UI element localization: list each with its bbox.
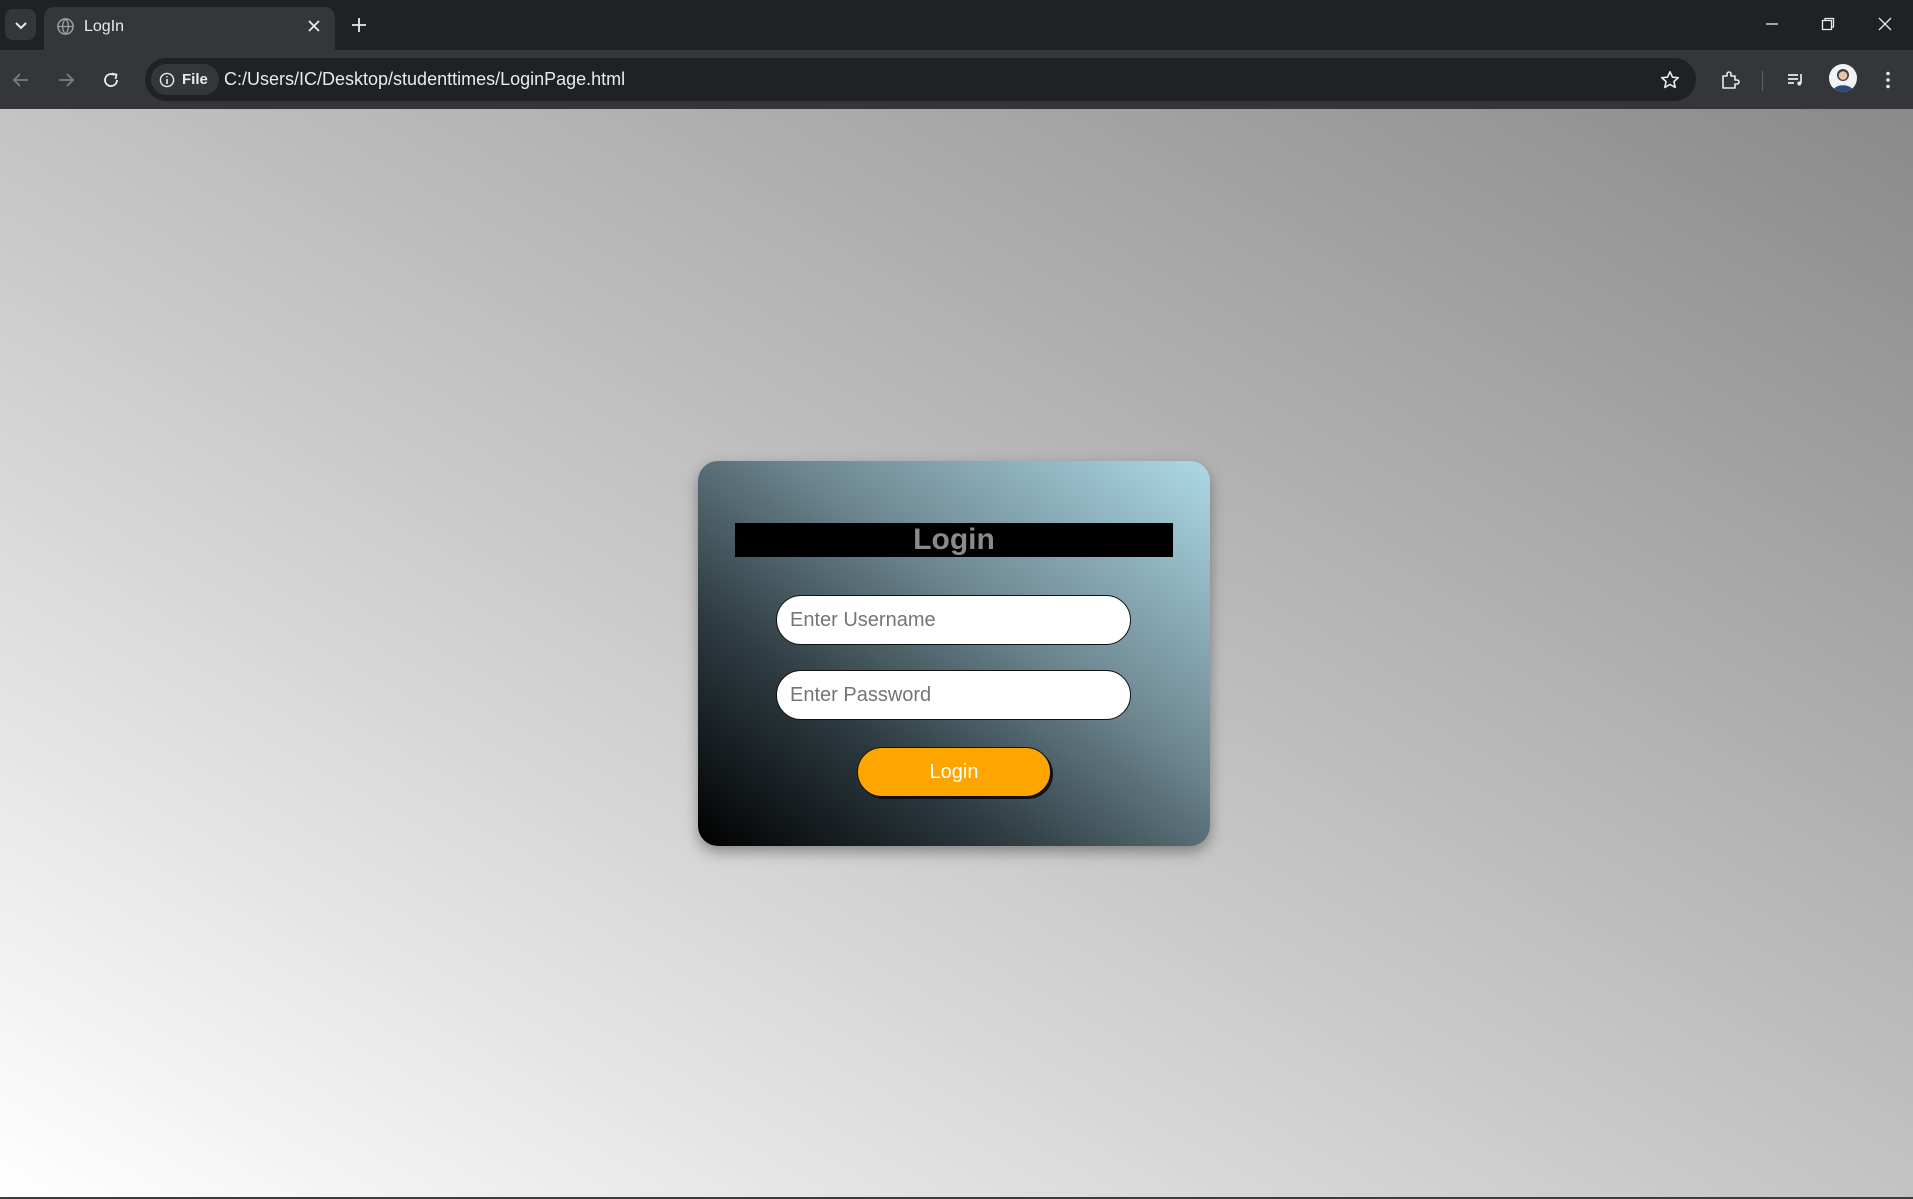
site-chip-label: File [182, 71, 208, 88]
close-icon [308, 20, 320, 32]
plus-icon [352, 18, 366, 32]
address-bar[interactable]: File C:/Users/IC/Desktop/studenttimes/Lo… [145, 58, 1696, 101]
window-close-button[interactable] [1865, 8, 1905, 40]
minimize-icon [1766, 23, 1778, 25]
tab-title: LogIn [84, 18, 125, 35]
extensions-button[interactable] [1713, 63, 1747, 97]
media-controls-button[interactable] [1779, 63, 1813, 97]
star-icon [1660, 71, 1680, 89]
puzzle-icon [1722, 71, 1740, 89]
password-input[interactable] [776, 670, 1131, 720]
back-button[interactable] [4, 63, 38, 97]
minimize-button[interactable] [1752, 8, 1792, 40]
arrow-left-icon [12, 73, 28, 87]
restore-button[interactable] [1808, 8, 1848, 40]
page-viewport: Login Login [0, 109, 1913, 1199]
url-text[interactable]: C:/Users/IC/Desktop/studenttimes/LoginPa… [224, 69, 625, 90]
arrow-right-icon [59, 73, 75, 87]
forward-button[interactable] [49, 63, 83, 97]
tab-search-button[interactable] [5, 9, 36, 40]
profile-avatar[interactable] [1829, 64, 1857, 92]
close-icon [1878, 17, 1892, 31]
info-icon [159, 72, 175, 87]
active-tab[interactable]: LogIn [44, 7, 335, 50]
site-info-chip[interactable]: File [151, 64, 219, 95]
person-icon [1832, 69, 1854, 92]
browser-menu-button[interactable] [1871, 63, 1905, 97]
toolbar-separator [1762, 71, 1763, 91]
login-card: Login Login [698, 461, 1210, 846]
username-input[interactable] [776, 595, 1131, 645]
chevron-down-icon [14, 21, 27, 29]
bookmark-button[interactable] [1656, 66, 1684, 94]
globe-icon [57, 18, 74, 35]
reload-button[interactable] [94, 63, 128, 97]
login-button[interactable]: Login [857, 747, 1051, 797]
more-vertical-icon [1886, 71, 1890, 89]
tab-close-button[interactable] [303, 15, 325, 37]
restore-icon [1821, 17, 1835, 31]
reload-icon [104, 72, 118, 87]
browser-toolbar: File C:/Users/IC/Desktop/studenttimes/Lo… [0, 50, 1913, 109]
login-heading: Login [735, 523, 1173, 557]
new-tab-button[interactable] [345, 11, 373, 39]
playlist-icon [1788, 74, 1802, 86]
tab-strip: LogIn [0, 0, 1913, 50]
